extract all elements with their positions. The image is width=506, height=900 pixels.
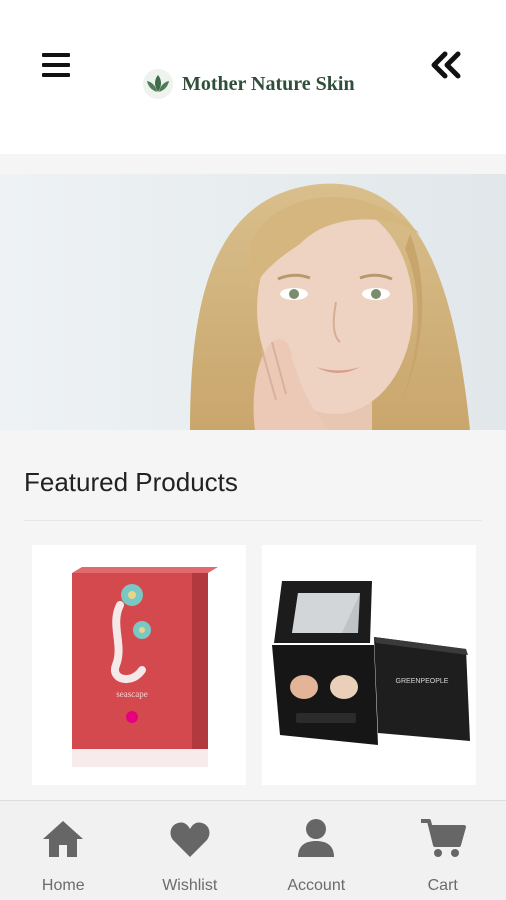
tab-home[interactable]: Home xyxy=(0,801,127,900)
section-divider xyxy=(24,520,482,521)
box-label: GREENPEOPLE xyxy=(396,678,449,685)
tab-label: Cart xyxy=(427,877,458,894)
eyeshadow-palette-image: GREENPEOPLE xyxy=(272,581,470,745)
brand-logo[interactable]: Mother Nature Skin xyxy=(142,68,355,100)
seascape-perfume-box-image: seascape xyxy=(72,567,218,767)
home-icon xyxy=(43,821,84,857)
tab-cart[interactable]: Cart xyxy=(380,801,506,900)
box-label: seascape xyxy=(116,689,147,699)
tab-account[interactable]: Account xyxy=(253,801,380,900)
featured-products-title: Featured Products xyxy=(24,467,238,497)
app-header: Mother Nature Skin xyxy=(0,0,506,154)
leaf-logo-icon xyxy=(143,69,173,99)
woman-portrait-image xyxy=(0,174,506,430)
tab-label: Wishlist xyxy=(162,877,218,894)
hamburger-menu-icon[interactable] xyxy=(42,46,80,84)
tab-label: Account xyxy=(287,877,346,894)
bottom-tab-bar: Home Wishlist Account Cart xyxy=(0,800,506,900)
tab-label: Home xyxy=(41,877,85,894)
product-card[interactable]: GREENPEOPLE xyxy=(262,545,476,785)
product-card[interactable]: seascape xyxy=(32,545,246,785)
cart-icon xyxy=(420,819,466,857)
heart-icon xyxy=(170,822,210,857)
tab-wishlist[interactable]: Wishlist xyxy=(127,801,254,900)
brand-name: Mother Nature Skin xyxy=(182,72,355,95)
user-icon xyxy=(298,819,335,857)
double-chevron-left-icon[interactable] xyxy=(428,50,464,80)
hero-banner[interactable] xyxy=(0,174,506,430)
